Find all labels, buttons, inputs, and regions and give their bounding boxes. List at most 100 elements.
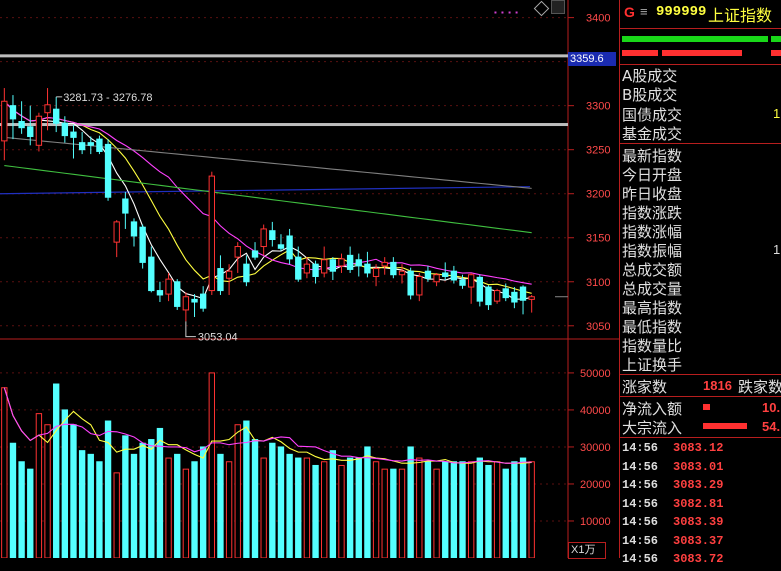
candle-body (44, 104, 51, 114)
net-inflow-bar (703, 404, 710, 410)
volume-bar (467, 461, 475, 558)
menu-icon[interactable]: ≡ (640, 4, 648, 19)
candle-body (156, 290, 164, 296)
candle-body (260, 228, 267, 248)
candle-body (467, 274, 475, 288)
candle-body (130, 221, 138, 237)
candle-body (122, 198, 129, 214)
candle-body (87, 142, 94, 146)
volume-bar (493, 461, 501, 558)
volume-bar (156, 427, 164, 558)
volume-bar (70, 424, 77, 558)
label-fund-turnover: 基金成交 (622, 125, 683, 143)
candle-body (70, 131, 77, 138)
volume-bar (329, 450, 337, 558)
volume-bar (269, 442, 276, 558)
bond-turnover-value: 1 (773, 106, 781, 121)
candle-body (286, 235, 293, 260)
flows-divider (620, 437, 781, 438)
volume-tick-label: 50000 (580, 368, 611, 380)
tick-time: 14:56 (622, 496, 659, 511)
volume-bar (139, 442, 146, 558)
breadth-divider (620, 396, 781, 397)
candle-body (251, 250, 259, 258)
sell-strength-bar (622, 50, 658, 56)
volume-bar (251, 439, 259, 558)
tick-time: 14:56 (622, 515, 659, 529)
volume-bar (346, 457, 354, 558)
volume-bar (260, 457, 267, 558)
candle-body (442, 272, 449, 277)
volume-bar (459, 461, 466, 558)
tick-price: 3082.81 (673, 496, 724, 511)
ma5-line (3, 100, 532, 300)
candle-body (372, 268, 380, 277)
label-high: 最高指数 (622, 299, 683, 317)
candle-body (381, 261, 388, 267)
kline-chart[interactable]: 34003350330032503200315031003050 5000040… (0, 0, 619, 558)
tick-price: 3083.37 (673, 533, 724, 548)
volume-bar (295, 457, 302, 558)
candle-body (208, 175, 215, 292)
candle-body (78, 142, 86, 151)
block-inflow-bar (703, 423, 747, 429)
candle-body (346, 254, 354, 270)
volume-bar (372, 461, 380, 558)
volume-bar (78, 450, 86, 558)
volume-bar (182, 468, 190, 558)
stats-divider (620, 374, 781, 375)
volume-bar (27, 468, 34, 558)
volume-bar (338, 464, 345, 558)
volume-bar (519, 457, 527, 558)
label-up-count: 涨家数 (622, 378, 668, 396)
stock-name: 上证指数 (708, 6, 773, 25)
candle-body (165, 278, 172, 295)
ma250-line (0, 186, 531, 195)
volume-bar (303, 457, 311, 558)
candle-body (269, 230, 276, 241)
volume-tick-label: 10000 (580, 516, 611, 528)
candle-body (9, 105, 17, 120)
label-a-turnover: A股成交 (622, 67, 678, 85)
volume-tick-label: 20000 (580, 479, 611, 491)
candle-body (225, 270, 233, 279)
ma10-line (3, 100, 532, 294)
tick-price: 3083.39 (673, 515, 724, 529)
label-low: 最低指数 (622, 318, 683, 336)
volume-bar (286, 453, 293, 558)
current-price-tag: 3359.6 (568, 52, 616, 66)
candle-body (199, 293, 207, 309)
volume-bar (398, 468, 406, 558)
candle-body (329, 259, 337, 272)
label-block-inflow: 大宗流入 (622, 419, 683, 437)
tick-row: 14:56 3083.01 (619, 460, 781, 479)
low-pointer (185, 321, 196, 338)
tick-time: 14:56 (622, 478, 659, 492)
range-annotation: 3281.73 - 3276.78 (63, 92, 152, 104)
label-down-count: 跌家数 (738, 378, 781, 396)
label-turnover-rate: 上证换手 (622, 356, 683, 374)
volume-bar (277, 446, 285, 558)
label-total-volume: 总成交量 (622, 280, 683, 298)
label-open: 今日开盘 (622, 166, 683, 184)
candle-body (321, 259, 328, 274)
candle-body (35, 115, 43, 146)
g-label[interactable]: G (624, 4, 635, 20)
tick-time: 14:56 (622, 533, 659, 548)
volume-bar (53, 383, 60, 558)
candle-body (217, 268, 224, 292)
tick-row: 14:56 3083.37 (619, 534, 781, 553)
volume-tick-label: 30000 (580, 442, 611, 454)
candle-body (243, 263, 250, 283)
candle-body (485, 286, 492, 306)
candle-body (416, 275, 423, 296)
scroll-stub[interactable] (551, 0, 565, 14)
volume-bar (381, 468, 388, 558)
sell-strength-bar-2 (662, 50, 742, 56)
candle-body (476, 276, 483, 302)
label-bond-turnover: 国债成交 (622, 106, 683, 124)
buy-strength-bar (622, 36, 768, 42)
ma120-line (4, 164, 532, 234)
label-latest: 最新指数 (622, 147, 683, 165)
label-b-turnover: B股成交 (622, 86, 678, 104)
